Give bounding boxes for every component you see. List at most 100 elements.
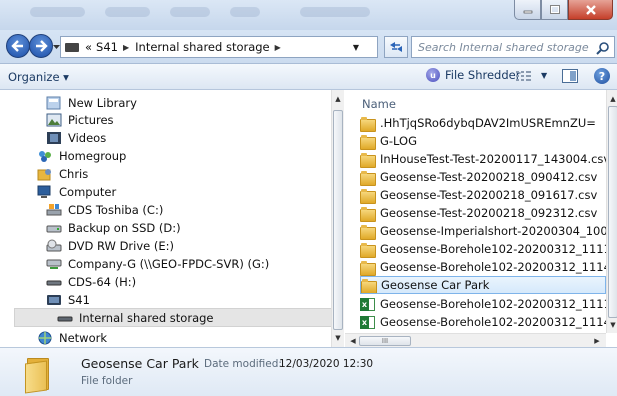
computer-icon (37, 185, 51, 198)
maximize-button[interactable] (541, 0, 568, 20)
scroll-down-icon[interactable]: ▼ (332, 331, 344, 345)
recent-pages-dropdown[interactable] (53, 39, 60, 53)
file-item-name: Geosense-Borehole102-20200312_111106 (1)… (380, 242, 606, 256)
breadcrumb-s41[interactable]: S41 (96, 40, 118, 54)
nav-item-chris[interactable]: Chris (37, 164, 88, 183)
nav-item-label: Network (59, 330, 108, 345)
file-item[interactable]: Geosense-Borehole102-20200312_111106 (2)… (360, 295, 606, 313)
breadcrumb-internal-storage[interactable]: Internal shared storage (135, 40, 270, 54)
nav-item-label: Homegroup (59, 148, 127, 163)
nav-item-backup-ssd[interactable]: Backup on SSD (D:) (46, 218, 181, 237)
title-ghost (30, 7, 85, 17)
nav-item-company-g[interactable]: Company-G (\\GEO-FPDC-SVR) (G:) (46, 254, 269, 273)
search-box[interactable] (411, 36, 615, 58)
file-item[interactable]: Geosense-Test-20200218_092312.csv (360, 204, 606, 222)
close-button[interactable] (568, 0, 613, 20)
refresh-button[interactable] (384, 36, 408, 58)
nav-item-homegroup[interactable]: Homegroup (37, 146, 126, 165)
file-item[interactable]: G-LOG (360, 132, 606, 150)
file-item-selected[interactable]: Geosense Car Park (360, 276, 606, 294)
scroll-down-icon[interactable]: ▼ (607, 318, 617, 332)
file-list-scroll-thumb[interactable] (608, 106, 617, 318)
folder-icon (361, 278, 377, 293)
excel-csv-icon (360, 315, 375, 329)
library-icon (46, 96, 61, 109)
navigation-pane: New Library Pictures Videos Homegroup Ch… (0, 90, 344, 347)
organize-menu[interactable]: Organize ▾ (8, 70, 69, 84)
details-modified-label: Date modified: (204, 358, 282, 370)
storage-icon (57, 316, 73, 321)
scroll-right-icon[interactable]: ▶ (591, 334, 603, 348)
scroll-left-icon[interactable]: ◀ (347, 334, 359, 348)
drive-icon (46, 225, 62, 232)
device-icon (65, 42, 79, 52)
nav-item-network[interactable]: Network (37, 328, 107, 347)
title-ghost (105, 7, 150, 17)
scroll-up-icon[interactable]: ▲ (332, 92, 344, 106)
folder-icon (360, 134, 376, 150)
address-dropdown-icon[interactable]: ▼ (353, 43, 359, 52)
nav-item-label: Company-G (\\GEO-FPDC-SVR) (G:) (68, 256, 270, 271)
nav-item-s41[interactable]: S41 (46, 290, 90, 309)
forward-button[interactable] (29, 34, 53, 58)
address-bar[interactable]: « S41 ▶ Internal shared storage ▶ ▼ (60, 36, 378, 58)
pictures-icon (46, 113, 62, 126)
file-item-name: Geosense-Imperialshort-20200304_100252.c… (380, 224, 606, 238)
file-shredder-button[interactable]: u File Shredder (426, 68, 520, 82)
file-shredder-icon: u (426, 68, 440, 82)
file-item-name: .HhTjqSRo6dybqDAV2ImUSREmnZU= (380, 116, 596, 130)
scroll-up-icon[interactable]: ▲ (607, 92, 617, 106)
forward-arrow-icon (36, 40, 48, 52)
column-header-name[interactable]: Name (362, 97, 396, 111)
nav-item-pictures[interactable]: Pictures (46, 110, 114, 129)
file-item[interactable]: InHouseTest-Test-20200117_143004.csv (360, 150, 606, 168)
minimize-button[interactable] (514, 0, 541, 20)
back-arrow-icon (11, 40, 23, 52)
nav-item-computer[interactable]: Computer (37, 182, 116, 201)
file-list-vertical-scrollbar[interactable]: ▲ ▼ (606, 90, 617, 333)
file-item[interactable]: Geosense-Borehole102-20200312_111432 (1)… (360, 258, 606, 276)
nav-item-label: CDS-64 (H:) (68, 274, 137, 289)
back-button[interactable] (6, 34, 30, 58)
file-shredder-label: File Shredder (445, 68, 521, 82)
search-icon[interactable] (596, 41, 610, 55)
nav-item-cds-64[interactable]: CDS-64 (H:) (46, 272, 136, 291)
file-list-pane: Name .HhTjqSRo6dybqDAV2ImUSREmnZU= G-LOG… (345, 90, 617, 347)
preview-pane-button[interactable] (562, 69, 578, 83)
nav-item-internal-shared-storage[interactable]: Internal shared storage (14, 308, 340, 327)
nav-pane-scrollbar[interactable]: ▲ ▼ (331, 90, 344, 347)
network-drive-icon (46, 259, 62, 269)
nav-item-label: Backup on SSD (D:) (68, 220, 181, 235)
file-item[interactable]: Geosense-Test-20200218_091617.csv (360, 186, 606, 204)
file-item[interactable]: Geosense-Borehole102-20200312_111432 (2)… (360, 313, 606, 331)
nav-item-label: DVD RW Drive (E:) (68, 238, 175, 253)
help-button[interactable]: ? (594, 68, 610, 84)
file-item-name: Geosense-Borehole102-20200312_111106 (2)… (380, 297, 606, 311)
chevron-down-icon (53, 45, 60, 49)
file-item[interactable]: Geosense-Imperialshort-20200304_100252.c… (360, 222, 606, 240)
file-item-name: Geosense-Test-20200218_092312.csv (380, 206, 598, 220)
breadcrumb-separator-icon[interactable]: ▶ (123, 43, 129, 52)
file-list-horizontal-scrollbar[interactable]: ◀ III ▶ (345, 333, 606, 347)
dvd-drive-icon (46, 239, 62, 251)
folder-icon (360, 224, 376, 240)
file-item[interactable]: Geosense-Test-20200218_090412.csv (360, 168, 606, 186)
search-input[interactable] (418, 40, 598, 54)
file-list-hscroll-thumb[interactable]: III (359, 336, 411, 346)
nav-item-label: CDS Toshiba (C:) (68, 202, 164, 217)
nav-item-dvd-drive[interactable]: DVD RW Drive (E:) (46, 236, 174, 255)
file-item-name: G-LOG (380, 134, 418, 148)
file-item[interactable]: Geosense-Borehole102-20200312_111106 (1)… (360, 240, 606, 258)
title-ghost (230, 7, 260, 17)
view-options-dropdown-icon[interactable]: ▼ (541, 71, 547, 80)
nav-item-cds-toshiba[interactable]: CDS Toshiba (C:) (46, 200, 163, 219)
excel-csv-icon (360, 297, 375, 311)
breadcrumb-overflow[interactable]: « (85, 40, 92, 54)
breadcrumb-separator-icon[interactable]: ▶ (275, 43, 281, 52)
file-item[interactable]: .HhTjqSRo6dybqDAV2ImUSREmnZU= (360, 114, 606, 132)
details-item-type: File folder (81, 375, 133, 387)
nav-item-videos[interactable]: Videos (46, 128, 106, 147)
file-item-name: Geosense-Borehole102-20200312_111432 (1)… (380, 260, 606, 274)
nav-pane-scroll-thumb[interactable] (333, 110, 343, 330)
change-view-button[interactable] (516, 70, 532, 85)
